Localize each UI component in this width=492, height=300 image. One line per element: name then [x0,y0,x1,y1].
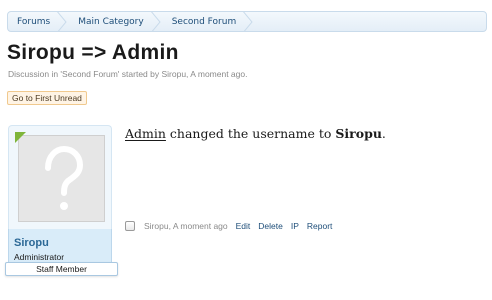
message-text: changed the username to [165,126,336,141]
report-link[interactable]: Report [307,221,333,231]
avatar[interactable] [18,135,105,222]
breadcrumb-main-category[interactable]: Main Category [68,12,161,31]
message-actor-link[interactable]: Admin [125,126,166,141]
user-title: Administrator [14,252,65,262]
message-end: . [381,126,386,141]
online-indicator-icon [15,132,26,143]
breadcrumb-label: Main Category [78,16,144,27]
breadcrumb-separator-icon [57,12,67,31]
go-to-first-unread-button[interactable]: Go to First Unread [7,91,87,105]
breadcrumb-forums[interactable]: Forums [8,12,68,31]
delete-link[interactable]: Delete [258,221,283,231]
message-content: Admin changed the username to Siropu. [125,126,386,141]
default-avatar-question-mark-icon [45,145,84,210]
staff-member-badge: Staff Member [5,262,118,276]
message-user-info: Siropu Administrator Staff Member [5,125,118,276]
breadcrumb: Forums Main Category Second Forum [7,11,487,32]
select-post-checkbox[interactable] [125,221,135,231]
post-author-date[interactable]: Siropu, A moment ago [144,221,228,231]
avatar-frame [8,125,112,229]
breadcrumb-label: Second Forum [171,16,237,27]
breadcrumb-separator-icon [150,12,161,31]
message-meta: Siropu, A moment ago Edit Delete IP Repo… [125,219,340,233]
breadcrumb-separator-icon [243,12,253,31]
user-name-panel: Siropu Administrator Staff Member [5,229,118,276]
thread-description: Discussion in 'Second Forum' started by … [8,69,248,79]
breadcrumb-label: Forums [17,16,51,27]
edit-link[interactable]: Edit [236,221,251,231]
thread-title: Siropu => Admin [7,41,179,64]
message-new-username: Siropu [335,126,382,141]
breadcrumb-second-forum[interactable]: Second Forum [162,12,255,31]
ip-link[interactable]: IP [291,221,299,231]
username-link[interactable]: Siropu [14,237,49,249]
